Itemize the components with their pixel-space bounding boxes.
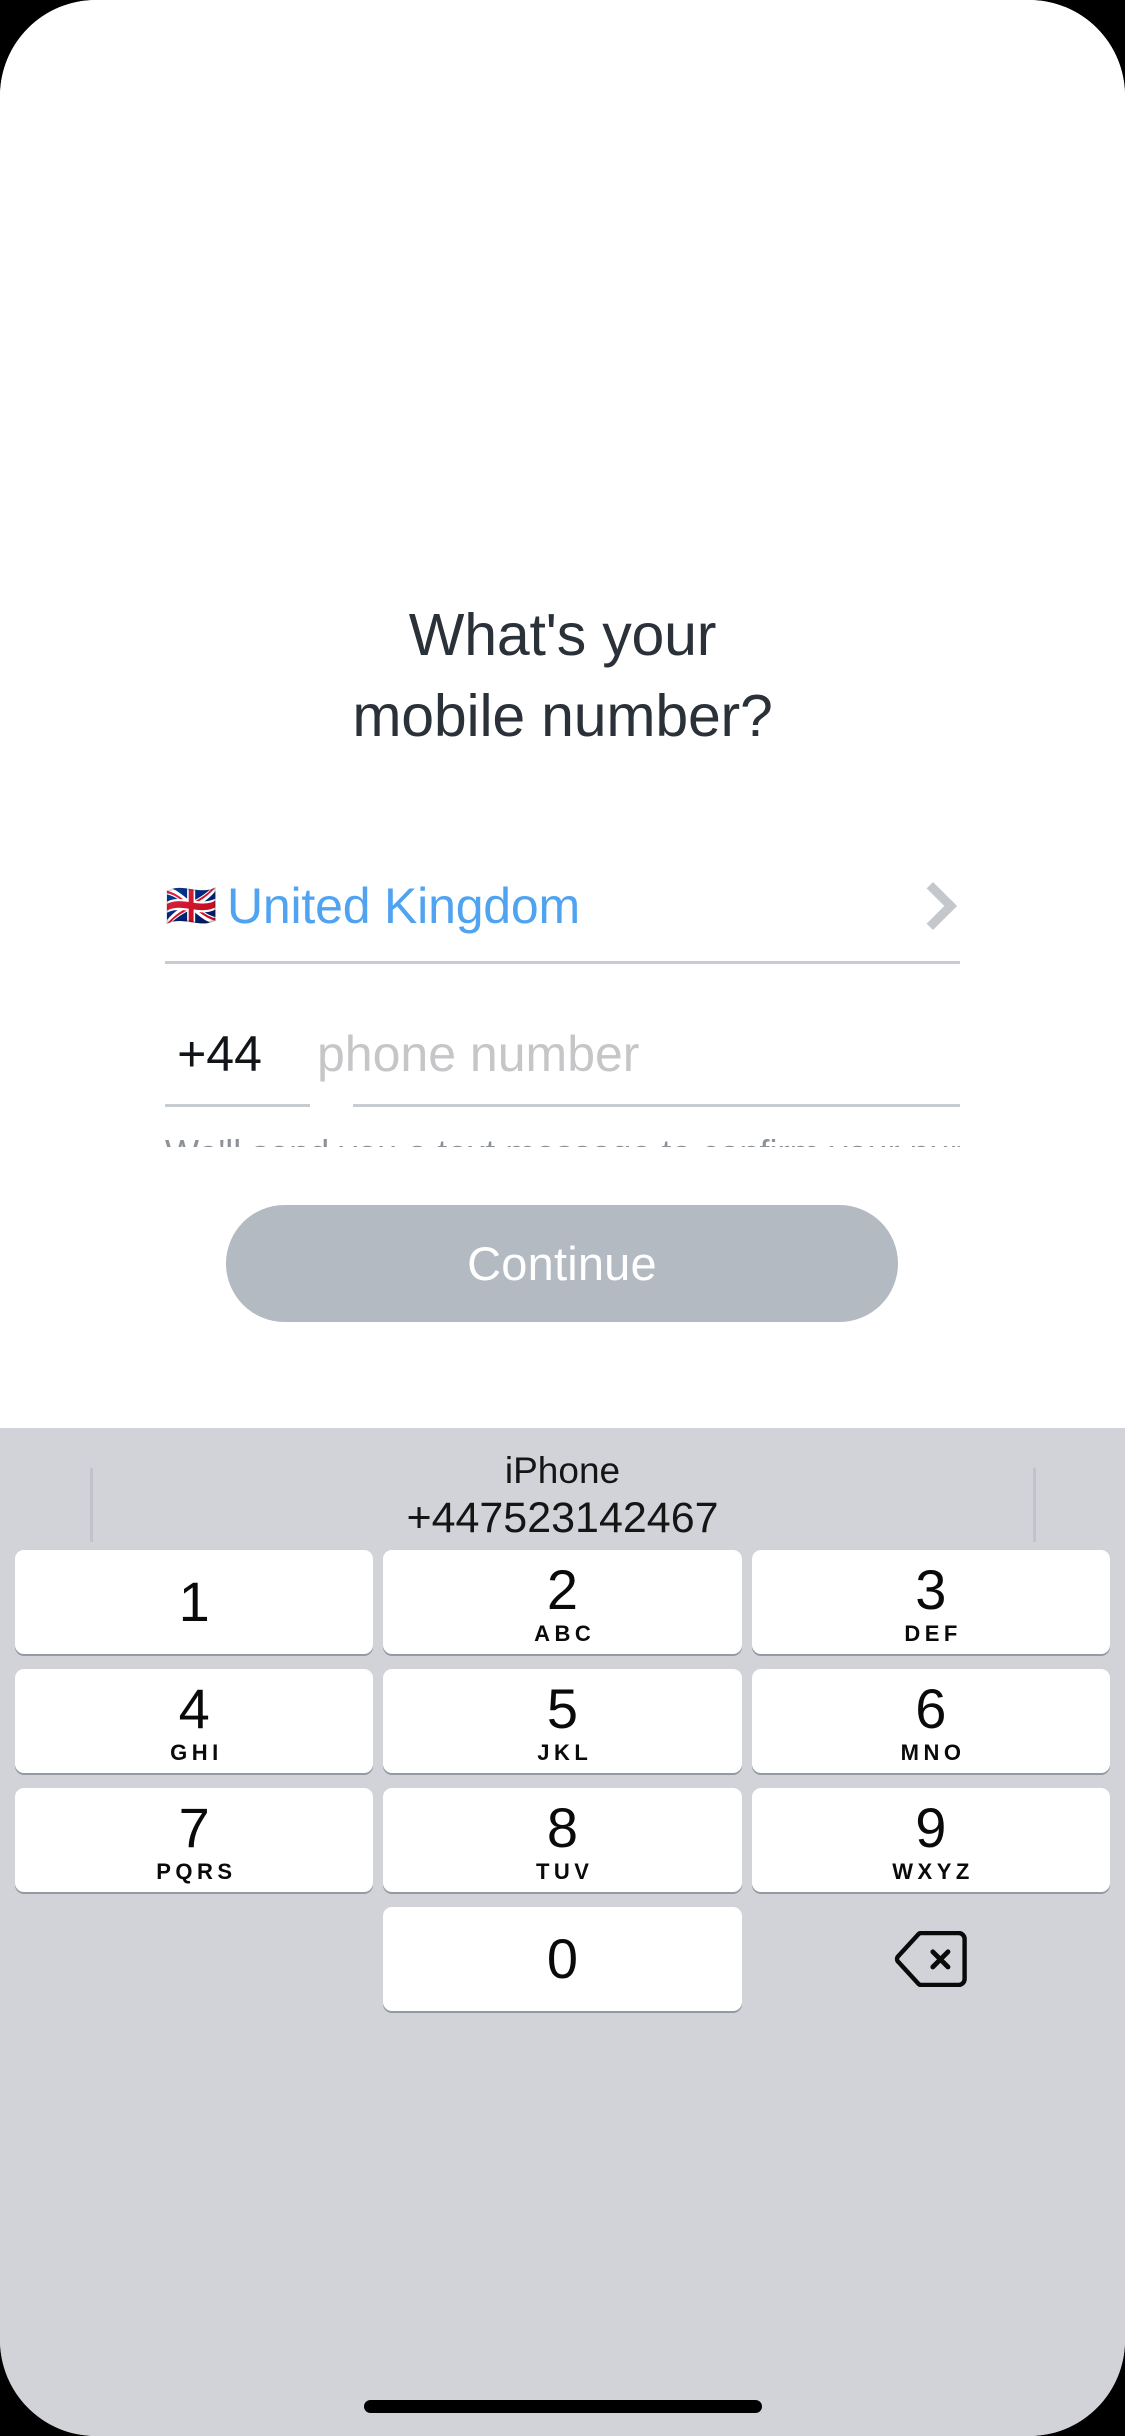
keypad: 1 2 ABC 3 DEF 4 GHI 5 JKL 6 MNO 7 PQRS 8 TUV 9 WXYZ 0: [0, 1550, 1125, 2026]
keypad-row: 4 GHI 5 JKL 6 MNO: [0, 1669, 1125, 1773]
keypad-spacer: [15, 1907, 373, 2011]
dial-code-field[interactable]: +44: [165, 1029, 274, 1079]
country-selector-underline: [165, 961, 960, 964]
country-selector[interactable]: 🇬🇧 United Kingdom: [165, 870, 960, 942]
home-indicator: [363, 2400, 762, 2413]
autofill-suggestion-number: +447523142467: [406, 1494, 719, 1542]
keypad-key-letters: MNO: [900, 1740, 966, 1765]
keypad-row: 0: [0, 1907, 1125, 2011]
phone-number-row: +44: [165, 1012, 960, 1096]
phone-number-input[interactable]: [317, 1025, 960, 1083]
keypad-key-6[interactable]: 6 MNO: [751, 1669, 1110, 1773]
keypad-key-letters: DEF: [904, 1621, 962, 1646]
keypad-key-digit: 3: [915, 1558, 947, 1621]
keypad-key-digit: 7: [178, 1796, 210, 1859]
page-title-line-2: mobile number?: [352, 683, 773, 749]
phone-number-underline: [353, 1104, 960, 1107]
page-title: What's your mobile number?: [0, 595, 1125, 757]
keypad-key-digit: 9: [915, 1796, 947, 1859]
numeric-keyboard: iPhone +447523142467 1 2 ABC 3 DEF 4 GHI 5 JKL 6 M…: [0, 1428, 1125, 2436]
backspace-icon: [894, 1931, 968, 1987]
autofill-suggestion-label: iPhone: [504, 1450, 621, 1491]
keypad-key-digit: 1: [178, 1570, 210, 1633]
backspace-key[interactable]: [752, 1907, 1110, 2011]
sms-hint-text: We'll send you a text message to confirm…: [165, 1130, 960, 1147]
keypad-key-digit: 2: [546, 1558, 579, 1621]
autofill-suggestion[interactable]: iPhone +447523142467: [0, 1448, 1125, 1543]
phone-screen: What's your mobile number? 🇬🇧 United Kin…: [0, 0, 1125, 2436]
keypad-key-4[interactable]: 4 GHI: [15, 1669, 374, 1773]
keypad-key-0[interactable]: 0: [383, 1907, 742, 2011]
page-title-line-1: What's your: [408, 602, 717, 668]
uk-flag-icon: 🇬🇧: [165, 882, 218, 929]
chevron-right-icon: [908, 881, 958, 931]
keypad-key-3[interactable]: 3 DEF: [751, 1550, 1110, 1654]
keypad-key-digit: 5: [546, 1677, 579, 1740]
keypad-key-letters: WXYZ: [892, 1859, 974, 1884]
keypad-key-digit: 8: [546, 1796, 579, 1859]
signup-content: What's your mobile number? 🇬🇧 United Kin…: [0, 0, 1125, 1428]
country-name-label: United Kingdom: [227, 878, 580, 934]
keypad-key-5[interactable]: 5 JKL: [383, 1669, 742, 1773]
keypad-key-letters: PQRS: [156, 1859, 237, 1884]
continue-button[interactable]: Continue: [226, 1205, 898, 1322]
autofill-suggestion-bar: iPhone +447523142467: [0, 1428, 1125, 1550]
keypad-key-letters: TUV: [535, 1859, 594, 1884]
keypad-key-digit: 4: [178, 1677, 210, 1740]
keypad-key-letters: GHI: [170, 1740, 223, 1765]
keypad-row: 7 PQRS 8 TUV 9 WXYZ: [0, 1788, 1125, 1892]
keypad-key-2[interactable]: 2 ABC: [383, 1550, 742, 1654]
keypad-key-digit: 0: [546, 1927, 579, 1990]
keypad-key-digit: 6: [915, 1677, 947, 1740]
dial-code-underline: [165, 1104, 310, 1107]
keypad-key-letters: JKL: [537, 1740, 593, 1765]
keypad-row: 1 2 ABC 3 DEF: [0, 1550, 1125, 1654]
keypad-key-9[interactable]: 9 WXYZ: [751, 1788, 1110, 1892]
sms-hint-label: We'll send you a text message to confirm…: [165, 1130, 960, 1147]
keypad-key-letters: ABC: [534, 1621, 596, 1646]
keypad-key-8[interactable]: 8 TUV: [383, 1788, 742, 1892]
keypad-key-1[interactable]: 1: [15, 1550, 374, 1654]
keypad-key-7[interactable]: 7 PQRS: [15, 1788, 374, 1892]
